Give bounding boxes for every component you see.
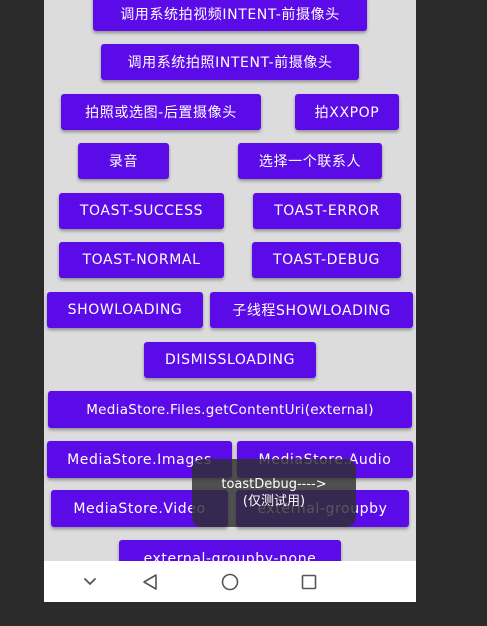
system-photo-intent-front-camera-button[interactable]: 调用系统拍照INTENT-前摄像头: [101, 44, 359, 80]
toast-debug-button[interactable]: TOAST-DEBUG: [252, 242, 401, 278]
toast-success-button[interactable]: TOAST-SUCCESS: [59, 193, 224, 229]
toast-normal-button[interactable]: TOAST-NORMAL: [59, 242, 224, 278]
mediastore-files-external-button[interactable]: MediaStore.Files.getContentUri(external): [48, 391, 412, 428]
debug-toast: toastDebug----> (仅测试用): [192, 459, 356, 527]
recents-square-icon[interactable]: [285, 561, 333, 602]
chevron-down-icon[interactable]: [66, 561, 114, 602]
record-audio-button[interactable]: 录音: [78, 143, 169, 179]
show-loading-button[interactable]: SHOWLOADING: [47, 292, 203, 328]
subthread-show-loading-button[interactable]: 子线程SHOWLOADING: [210, 292, 413, 328]
pick-contact-button[interactable]: 选择一个联系人: [238, 143, 382, 179]
photo-or-pick-rear-camera-button[interactable]: 拍照或选图-后置摄像头: [61, 94, 261, 130]
toast-line-1: toastDebug---->: [221, 477, 327, 492]
system-video-intent-front-camera-button[interactable]: 调用系统拍视频INTENT-前摄像头: [93, 0, 367, 31]
toast-line-2: (仅测试用): [242, 494, 306, 509]
system-navigation-bar: [44, 561, 416, 602]
dismiss-loading-button[interactable]: DISMISSLOADING: [144, 342, 316, 378]
toast-error-button[interactable]: TOAST-ERROR: [253, 193, 401, 229]
xxpop-button[interactable]: 拍XXPOP: [295, 94, 399, 130]
home-circle-icon[interactable]: [206, 561, 254, 602]
back-triangle-icon[interactable]: [126, 561, 174, 602]
app-screen: 调用系统拍视频INTENT-前摄像头 调用系统拍照INTENT-前摄像头 拍照或…: [44, 0, 416, 602]
